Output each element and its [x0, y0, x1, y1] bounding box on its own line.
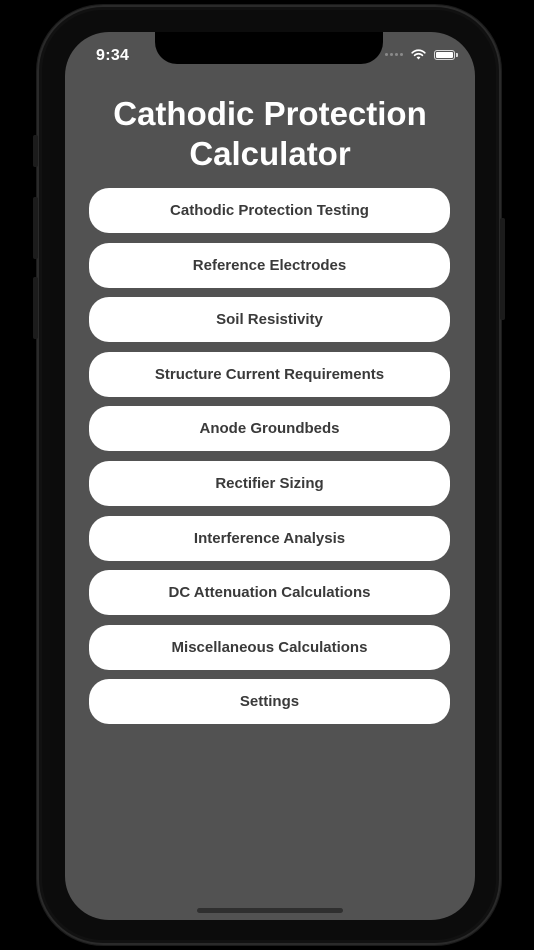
silent-switch: [33, 135, 38, 167]
volume-up-button: [33, 197, 38, 259]
signal-dots-icon: [385, 53, 403, 56]
rectifier-sizing-button[interactable]: Rectifier Sizing: [89, 460, 450, 506]
status-time: 9:34: [96, 47, 130, 64]
battery-icon: [434, 49, 458, 60]
app-screen: 9:34 Cathodic Protection Calculator Cath…: [65, 32, 475, 920]
page-title: Cathodic Protection Calculator: [65, 94, 475, 174]
title-line-1: Cathodic Protection: [113, 95, 427, 132]
soil-resistivity-button[interactable]: Soil Resistivity: [89, 297, 450, 343]
notch: [155, 32, 383, 64]
home-indicator[interactable]: [197, 908, 343, 913]
page: 9:34 Cathodic Protection Calculator Cath…: [0, 0, 534, 950]
miscellaneous-calculations-button[interactable]: Miscellaneous Calculations: [89, 624, 450, 670]
wifi-icon: [411, 49, 426, 60]
power-button: [500, 218, 505, 320]
reference-electrodes-button[interactable]: Reference Electrodes: [89, 242, 450, 288]
title-line-2: Calculator: [189, 135, 351, 172]
settings-button[interactable]: Settings: [89, 679, 450, 725]
main-menu: Cathodic Protection Testing Reference El…: [89, 188, 450, 734]
interference-analysis-button[interactable]: Interference Analysis: [89, 515, 450, 561]
status-icons: [385, 49, 458, 60]
volume-down-button: [33, 277, 38, 339]
anode-groundbeds-button[interactable]: Anode Groundbeds: [89, 406, 450, 452]
dc-attenuation-calculations-button[interactable]: DC Attenuation Calculations: [89, 570, 450, 616]
cathodic-protection-testing-button[interactable]: Cathodic Protection Testing: [89, 188, 450, 233]
structure-current-requirements-button[interactable]: Structure Current Requirements: [89, 351, 450, 397]
